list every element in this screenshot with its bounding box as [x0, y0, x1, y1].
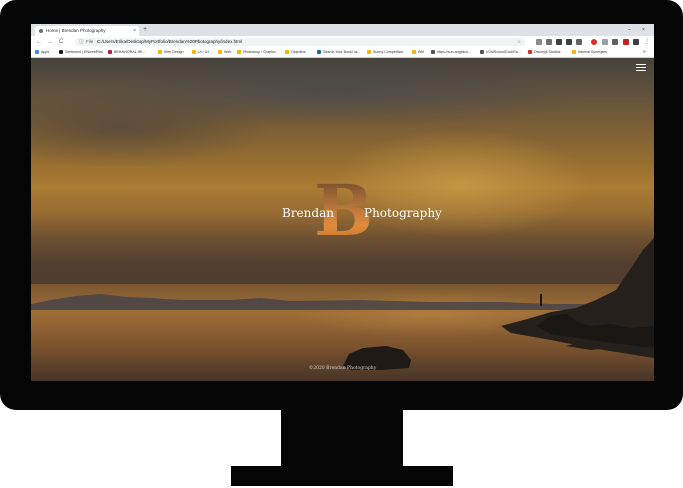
back-button[interactable]: ← [36, 36, 42, 48]
info-icon[interactable]: ⓘ [79, 38, 84, 46]
monitor-frame: Home | Brendan Photography × + – × ← → C… [0, 0, 683, 410]
tab-close-icon[interactable]: × [133, 26, 136, 36]
bookmark-icon [528, 49, 532, 54]
bookmark-icon [108, 49, 112, 54]
extension-icon[interactable] [623, 39, 629, 45]
tab-title: Home | Brendan Photography [46, 28, 106, 33]
bookmark-item[interactable]: Web [218, 48, 231, 57]
brand-name-first: Brendan [282, 206, 334, 220]
bookmark-item[interactable]: UI / UX [192, 48, 210, 57]
url-scheme: File [86, 39, 94, 44]
bookmark-item[interactable]: Photoshop / Graphic [237, 48, 276, 57]
bookmark-item[interactable]: Sentiment | ENwebPlus [59, 48, 103, 57]
bookmark-item[interactable]: Apps [35, 48, 49, 57]
tab-favicon-icon [39, 29, 43, 33]
extension-icon[interactable] [612, 39, 618, 45]
browser-tab-bar: Home | Brendan Photography × + – × [31, 24, 654, 36]
bookmark-item[interactable]: https://sun.angelico... [431, 48, 471, 57]
bookmarks-overflow-button[interactable]: » [643, 48, 646, 57]
page-footer: ©2020 Brendan Photography [308, 366, 377, 371]
hero-page: B Brendan Photography ©2020 Brendan Phot… [31, 58, 654, 381]
apps-icon [35, 49, 39, 54]
bookmarks-bar: Apps Sentiment | ENwebPlus BEHAVIORAL HE… [31, 48, 654, 58]
extension-icon[interactable] [602, 39, 608, 45]
folder-icon [285, 49, 289, 54]
bookmark-icon [59, 49, 63, 54]
extension-icon[interactable] [536, 39, 542, 45]
bookmark-item[interactable]: Objective [285, 48, 306, 57]
bookmark-item[interactable]: Web Design [158, 48, 184, 57]
window-minimize-button[interactable]: – [628, 24, 631, 36]
reload-button[interactable]: C [59, 36, 63, 48]
extension-icon[interactable] [591, 39, 597, 45]
extension-icon[interactable] [556, 39, 562, 45]
browser-toolbar: ← → C ⓘ File C:/Users/Erika/Desktop/MyPo… [31, 36, 654, 48]
url-text[interactable]: C:/Users/Erika/Desktop/MyPortfolio/Brend… [97, 38, 242, 46]
bookmark-icon [317, 49, 321, 54]
chrome-menu-icon[interactable]: ⋮ [644, 36, 650, 48]
folder-icon [412, 49, 416, 54]
monitor-stand-neck [281, 408, 403, 468]
extension-icon[interactable] [576, 39, 582, 45]
new-tab-button[interactable]: + [143, 25, 147, 35]
bookmark-item[interactable]: Internal Synergies [572, 48, 607, 57]
bookmark-item[interactable]: r/OldSchoolCool/Ra... [480, 48, 521, 57]
brand-name-second: Photography [364, 206, 442, 220]
address-bar[interactable]: ⓘ File C:/Users/Erika/Desktop/MyPortfoli… [75, 38, 525, 46]
hamburger-menu-icon[interactable] [636, 64, 646, 72]
globe-icon [431, 49, 435, 54]
folder-icon [218, 49, 222, 54]
extension-icon[interactable] [546, 39, 552, 45]
folder-icon [237, 49, 241, 54]
bookmark-item[interactable]: Wifi [412, 48, 424, 57]
bookmark-item[interactable]: BEHAVIORAL HE... [108, 48, 146, 57]
extension-icon[interactable] [566, 39, 572, 45]
bookmark-item[interactable]: Disneyjil Studios [528, 48, 560, 57]
bookmark-item[interactable]: Search Your Bookl Ja... [317, 48, 360, 57]
globe-icon [480, 49, 484, 54]
screen: Home | Brendan Photography × + – × ← → C… [31, 24, 654, 381]
folder-icon [192, 49, 196, 54]
forward-button[interactable]: → [47, 36, 53, 48]
bookmark-star-icon[interactable]: ☆ [517, 38, 521, 46]
bookmark-item[interactable]: Sunny Competition [367, 48, 403, 57]
window-close-button[interactable]: × [642, 24, 645, 36]
folder-icon [367, 49, 371, 54]
monitor-stand-base [231, 466, 453, 486]
folder-icon [572, 49, 576, 54]
extension-icon[interactable] [633, 39, 639, 45]
folder-icon [158, 49, 162, 54]
browser-tab[interactable]: Home | Brendan Photography × [35, 26, 139, 36]
